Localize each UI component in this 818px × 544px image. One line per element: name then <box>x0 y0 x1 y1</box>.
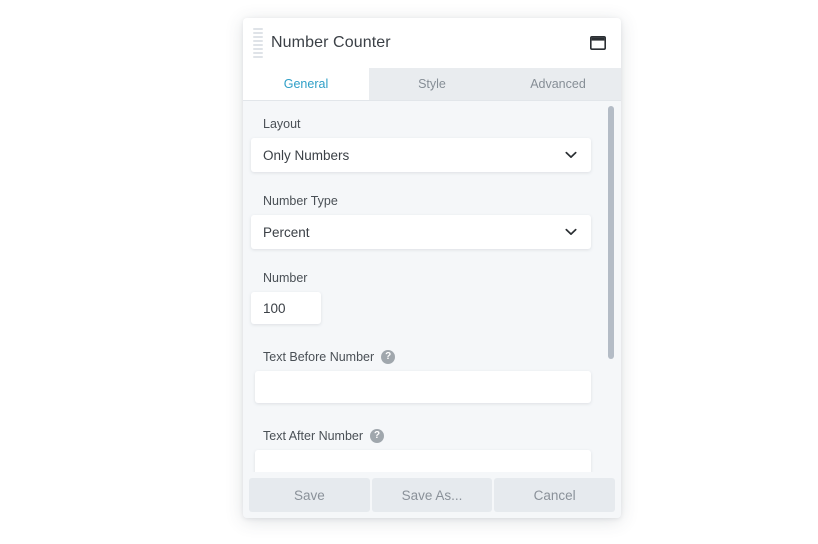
number-label: Number <box>263 271 621 285</box>
tab-style[interactable]: Style <box>369 68 495 100</box>
number-input-value: 100 <box>263 300 286 316</box>
layout-label-text: Layout <box>263 117 301 131</box>
layout-select[interactable]: Only Numbers <box>251 138 591 172</box>
cancel-button[interactable]: Cancel <box>494 478 616 512</box>
text-after-number-label-text: Text After Number <box>263 429 364 443</box>
settings-form: Layout Only Numbers Number Type Percent <box>243 101 621 472</box>
panel-header: Number Counter <box>243 18 621 68</box>
tab-advanced[interactable]: Advanced <box>495 68 621 100</box>
help-icon[interactable]: ? <box>381 350 396 364</box>
chevron-down-icon <box>565 151 577 159</box>
text-before-number-input[interactable] <box>255 371 591 403</box>
window-restore-icon[interactable] <box>589 34 607 52</box>
save-button[interactable]: Save <box>249 478 370 512</box>
tab-bar: General Style Advanced <box>243 68 621 101</box>
text-after-number-input[interactable] <box>255 450 591 472</box>
drag-handle-icon[interactable] <box>253 28 263 58</box>
number-type-label: Number Type <box>263 194 621 208</box>
scrollbar-track[interactable] <box>608 103 614 470</box>
help-icon[interactable]: ? <box>370 429 385 443</box>
text-before-number-label: Text Before Number ? <box>263 350 621 364</box>
number-label-text: Number <box>263 271 308 285</box>
text-after-number-label: Text After Number ? <box>263 429 621 443</box>
panel-footer: Save Save As... Cancel <box>243 472 621 518</box>
panel-title: Number Counter <box>271 34 391 51</box>
number-type-select-value: Percent <box>263 224 310 240</box>
number-input[interactable]: 100 <box>251 292 321 324</box>
tab-general[interactable]: General <box>243 68 369 100</box>
number-type-select[interactable]: Percent <box>251 215 591 249</box>
layout-select-value: Only Numbers <box>263 147 350 163</box>
panel-body: Layout Only Numbers Number Type Percent <box>243 101 621 472</box>
save-as-button[interactable]: Save As... <box>371 478 493 512</box>
scrollbar-thumb[interactable] <box>608 106 614 359</box>
number-counter-panel: Number Counter General Style Advanced La… <box>243 18 621 518</box>
text-before-number-label-text: Text Before Number <box>263 350 375 364</box>
number-type-label-text: Number Type <box>263 194 338 208</box>
layout-label: Layout <box>263 117 621 131</box>
chevron-down-icon <box>565 228 577 236</box>
